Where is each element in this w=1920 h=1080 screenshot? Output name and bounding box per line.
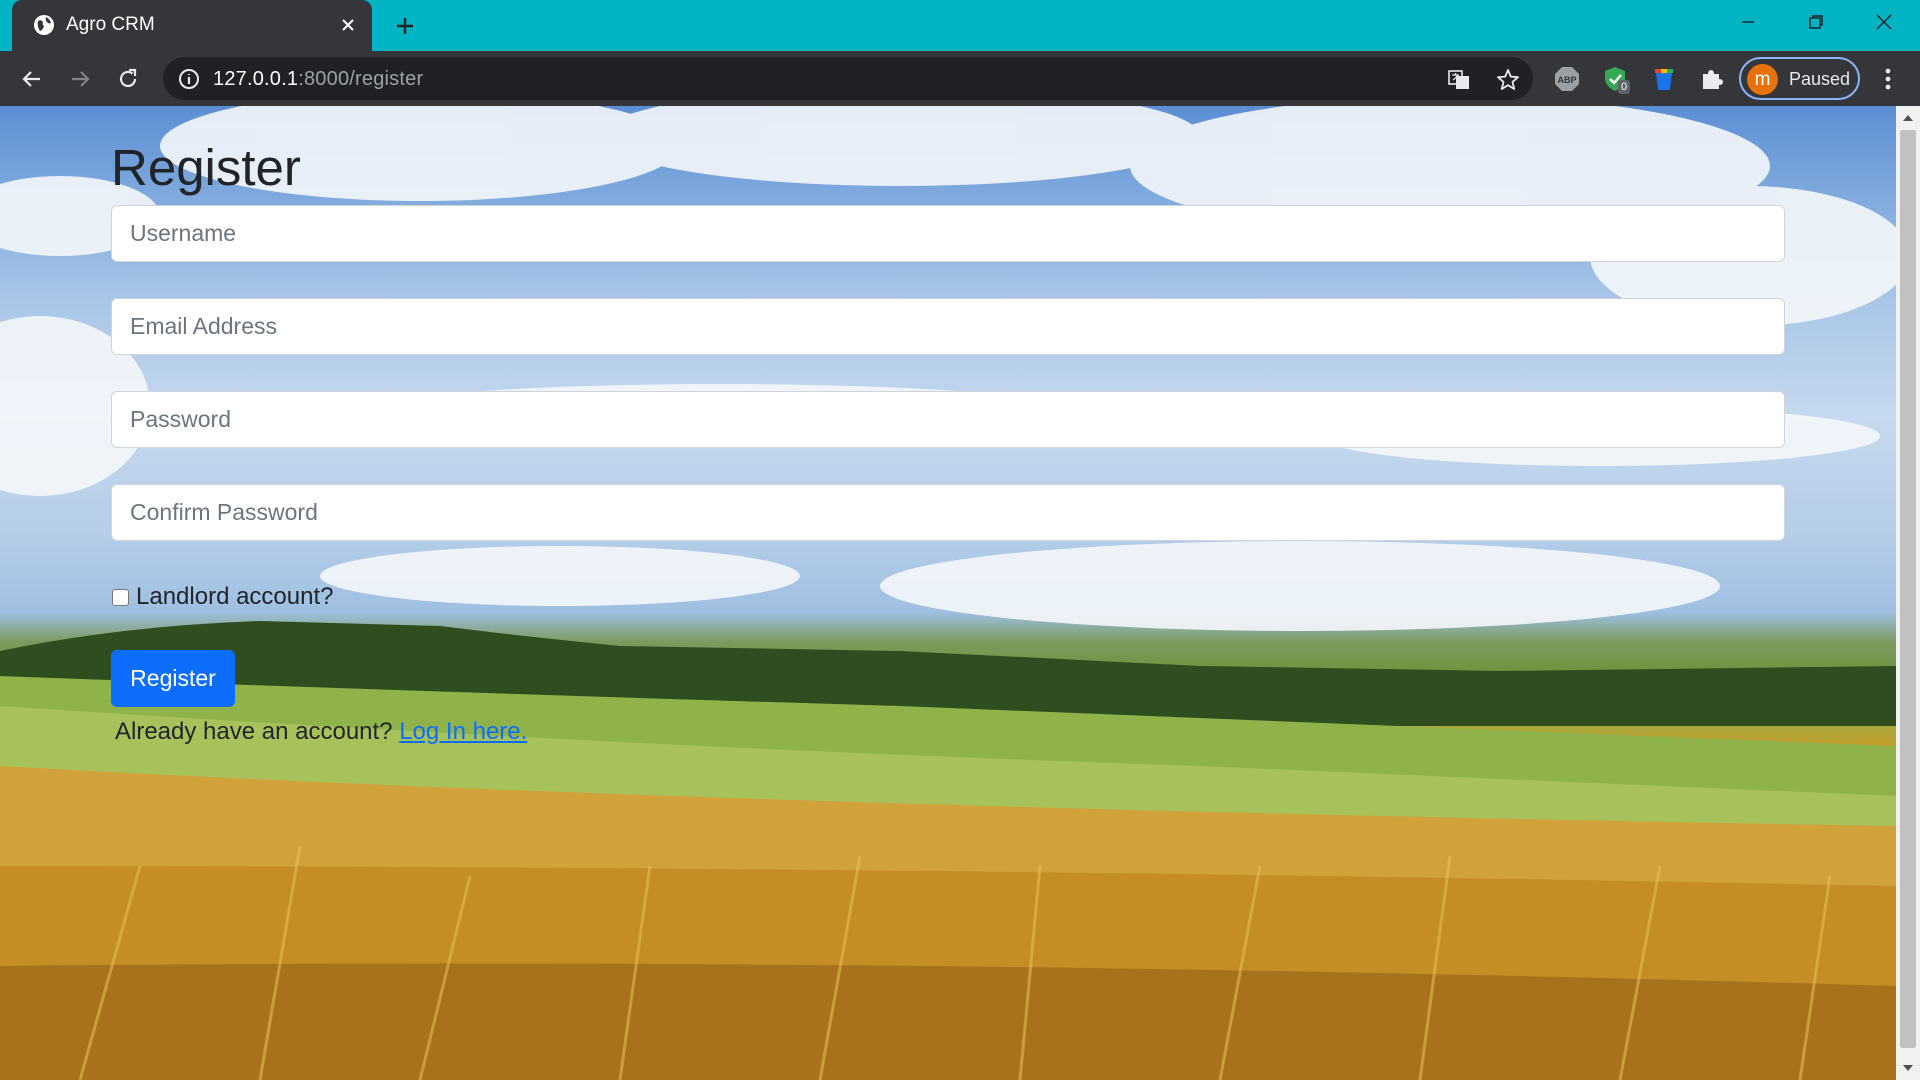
bookmark-star-icon[interactable] bbox=[1495, 67, 1521, 93]
landlord-checkbox-label[interactable]: Landlord account? bbox=[136, 583, 333, 611]
extension-badge: 0 bbox=[1618, 80, 1631, 94]
page-title: Register bbox=[111, 139, 301, 196]
page-scrollbar[interactable] bbox=[1896, 106, 1920, 1080]
colorful-cup-extension-icon[interactable] bbox=[1650, 65, 1678, 93]
restore-icon[interactable] bbox=[1794, 6, 1838, 38]
site-info-icon[interactable] bbox=[177, 67, 201, 91]
puzzle-extensions-icon[interactable] bbox=[1698, 65, 1726, 93]
adblock-icon[interactable]: ABP bbox=[1553, 65, 1581, 93]
kebab-menu-icon[interactable] bbox=[1876, 63, 1900, 95]
landlord-checkbox[interactable] bbox=[112, 588, 129, 606]
forward-arrow-icon[interactable] bbox=[62, 61, 98, 97]
login-prompt: Already have an account? Log In here. bbox=[115, 718, 527, 746]
url-text[interactable]: 127.0.0.1:8000/register bbox=[213, 68, 423, 91]
register-button[interactable]: Register bbox=[111, 650, 235, 707]
browser-toolbar: 127.0.0.1:8000/register ABP 0 m Paused bbox=[0, 51, 1920, 106]
shield-check-icon[interactable]: 0 bbox=[1601, 65, 1631, 94]
avatar: m bbox=[1747, 64, 1778, 95]
tab-title: Agro CRM bbox=[66, 14, 155, 35]
landlord-checkbox-row[interactable]: Landlord account? bbox=[112, 583, 333, 611]
browser-tab[interactable]: Agro CRM bbox=[12, 0, 372, 51]
profile-status: Paused bbox=[1789, 69, 1851, 89]
page-viewport: Register Landlord account? Register Alre… bbox=[0, 106, 1896, 1080]
back-arrow-icon[interactable] bbox=[14, 61, 50, 97]
login-prompt-text: Already have an account? bbox=[115, 718, 393, 745]
profile-button[interactable]: m Paused bbox=[1739, 57, 1860, 100]
close-tab-icon[interactable] bbox=[336, 13, 360, 37]
new-tab-icon[interactable] bbox=[390, 11, 420, 41]
close-window-icon[interactable] bbox=[1862, 6, 1906, 38]
reload-icon[interactable] bbox=[110, 61, 146, 97]
password-field[interactable] bbox=[111, 391, 1785, 448]
scroll-down-arrow-icon[interactable] bbox=[1896, 1058, 1920, 1078]
confirm-password-field[interactable] bbox=[111, 484, 1785, 541]
email-field[interactable] bbox=[111, 298, 1785, 355]
browser-title-bar: Agro CRM bbox=[0, 0, 1920, 51]
scroll-up-arrow-icon[interactable] bbox=[1896, 108, 1920, 128]
translate-icon[interactable] bbox=[1446, 67, 1472, 93]
address-bar[interactable]: 127.0.0.1:8000/register bbox=[163, 57, 1533, 100]
scrollbar-thumb[interactable] bbox=[1900, 130, 1916, 1048]
minimize-icon[interactable] bbox=[1726, 6, 1770, 38]
login-link[interactable]: Log In here. bbox=[399, 718, 527, 745]
svg-text:ABP: ABP bbox=[1557, 75, 1576, 85]
username-field[interactable] bbox=[111, 205, 1785, 262]
globe-icon bbox=[34, 15, 54, 35]
